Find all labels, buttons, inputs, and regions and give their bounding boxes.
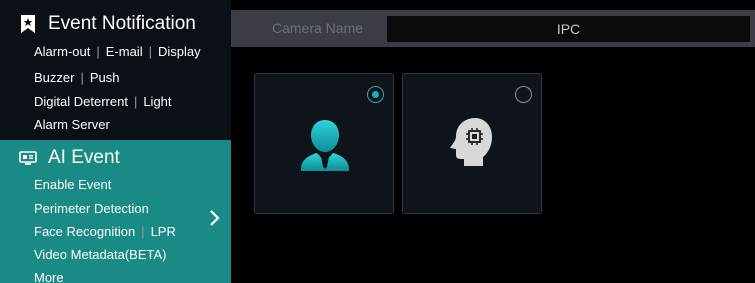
light-link[interactable]: Light: [143, 94, 171, 109]
video-metadata-link[interactable]: Video Metadata(BETA): [34, 247, 166, 262]
event-row-4: Alarm Server: [34, 117, 110, 132]
ai-row-3: Face Recognition | LPR: [34, 224, 176, 239]
face-recognition-link[interactable]: Face Recognition: [34, 224, 135, 239]
e-mail-link[interactable]: E-mail: [106, 44, 143, 59]
ai-row-2: Perimeter Detection: [34, 201, 149, 216]
event-notification-section: Event Notification Alarm-out | E-mail | …: [0, 0, 231, 140]
ai-event-title: AI Event: [48, 147, 120, 168]
sidebar: Event Notification Alarm-out | E-mail | …: [0, 0, 231, 283]
separator: |: [148, 44, 152, 59]
ai-head-card[interactable]: [402, 73, 542, 214]
ai-row-1: Enable Event: [34, 177, 111, 192]
camera-name-select[interactable]: IPC: [387, 16, 750, 42]
camera-name-bar: Camera Name IPC: [231, 10, 755, 47]
ai-row-4: Video Metadata(BETA): [34, 247, 166, 262]
event-notification-header[interactable]: Event Notification: [16, 12, 196, 36]
lpr-link[interactable]: LPR: [151, 224, 176, 239]
event-notification-title: Event Notification: [48, 13, 196, 34]
more-link[interactable]: More: [34, 270, 64, 283]
bookmark-star-icon: [16, 12, 40, 36]
event-row-2: Buzzer | Push: [34, 70, 120, 85]
event-row-1: Alarm-out | E-mail | Display: [34, 44, 201, 59]
enable-event-link[interactable]: Enable Event: [34, 177, 111, 192]
event-row-3: Digital Deterrent | Light: [34, 94, 172, 109]
person-icon: [255, 74, 395, 220]
ai-event-header[interactable]: AI Event: [16, 146, 120, 170]
chevron-right-icon[interactable]: [208, 209, 222, 227]
separator: |: [133, 94, 138, 109]
separator: |: [141, 224, 145, 239]
face-detection-card[interactable]: [254, 73, 394, 214]
ai-camera-icon: [16, 146, 40, 170]
alarm-server-link[interactable]: Alarm Server: [34, 117, 110, 132]
separator: |: [96, 44, 100, 59]
ai-event-section: AI Event Enable Event Perimeter Detectio…: [0, 140, 231, 283]
digital-deterrent-link[interactable]: Digital Deterrent: [34, 94, 128, 109]
display-link[interactable]: Display: [158, 44, 201, 59]
perimeter-detection-link[interactable]: Perimeter Detection: [34, 201, 149, 216]
ai-row-5: More: [34, 270, 64, 283]
separator: |: [80, 70, 84, 85]
buzzer-link[interactable]: Buzzer: [34, 70, 74, 85]
ai-head-icon: [403, 74, 543, 220]
push-link[interactable]: Push: [90, 70, 120, 85]
camera-name-label: Camera Name: [272, 20, 364, 36]
alarm-out-link[interactable]: Alarm-out: [34, 44, 90, 59]
